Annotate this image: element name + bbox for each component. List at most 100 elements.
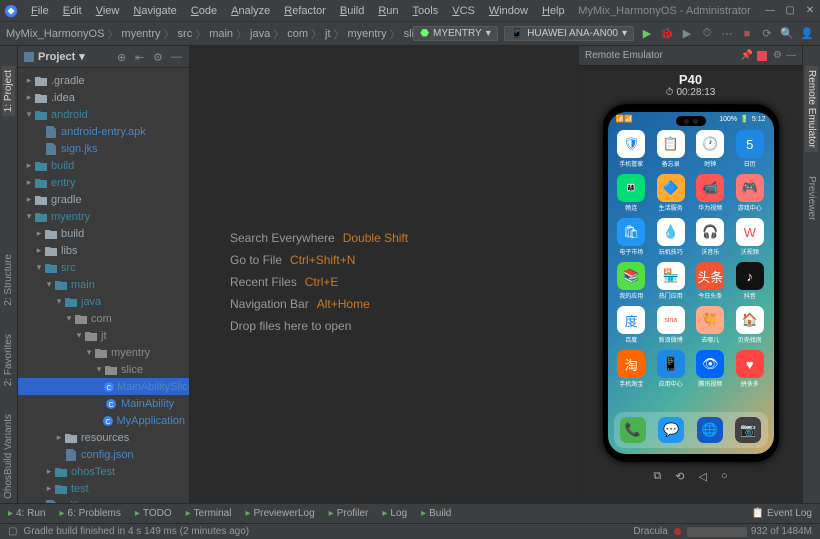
app-icon[interactable]: 淘手机淘宝 <box>614 350 650 388</box>
thumbtack-icon[interactable]: 📌 <box>741 50 753 61</box>
left-tab-variants[interactable]: OhosBuild Variants <box>2 410 15 503</box>
sync-button[interactable]: ⟳ <box>760 27 774 41</box>
app-icon[interactable]: 👁腾讯视频 <box>693 350 729 388</box>
bottom-tab[interactable]: ▸ Build <box>421 508 451 519</box>
bottom-tab[interactable]: ▸ TODO <box>135 508 172 519</box>
dock-app[interactable]: 📞 <box>620 417 646 443</box>
tree-node[interactable]: ▾ main <box>18 276 189 293</box>
app-icon[interactable]: 度百度 <box>614 306 650 344</box>
right-tab-previewer[interactable]: Previewer <box>805 172 818 224</box>
screenshot-button[interactable]: ⧉ <box>653 470 661 483</box>
tree-node[interactable]: ▸ .gradle <box>18 72 189 89</box>
breadcrumb-item[interactable]: MyMix_HarmonyOS <box>6 28 104 40</box>
minimize-button[interactable]: — <box>764 5 776 17</box>
debug-button[interactable]: 🐞 <box>660 27 674 41</box>
tree-node[interactable]: ▸ test <box>18 480 189 497</box>
tree-node[interactable]: ▾ jt <box>18 327 189 344</box>
app-icon[interactable]: ♪抖音 <box>732 262 768 300</box>
breadcrumb-item[interactable]: src <box>178 28 193 40</box>
device-combo[interactable]: 📱HUAWEI ANA-AN00▾ <box>504 26 634 41</box>
left-tab-project[interactable]: 1: Project <box>2 66 15 116</box>
tree-node[interactable]: ▾ com <box>18 310 189 327</box>
tree-node[interactable]: ▾ android <box>18 106 189 123</box>
menu-edit[interactable]: Edit <box>56 3 89 19</box>
tree-node[interactable]: ▸ resources <box>18 429 189 446</box>
app-icon[interactable]: ♥拼多多 <box>732 350 768 388</box>
breadcrumb-item[interactable]: java <box>250 28 270 40</box>
left-tab-favorites[interactable]: 2: Favorites <box>2 330 15 390</box>
settings-icon[interactable]: ⚙ <box>153 51 165 63</box>
tree-node[interactable]: android-entry.apk <box>18 123 189 140</box>
tree-node[interactable]: C MainAbility <box>18 395 189 412</box>
breadcrumb-item[interactable]: myentry <box>348 28 387 40</box>
back-button[interactable]: ◁ <box>698 470 706 483</box>
tree-node[interactable]: ▾ src <box>18 259 189 276</box>
left-tab-structure[interactable]: 2: Structure <box>2 250 15 310</box>
dock-app[interactable]: 📷 <box>735 417 761 443</box>
app-icon[interactable]: 👨‍👩‍👧畅连 <box>614 174 650 212</box>
menu-code[interactable]: Code <box>184 3 224 19</box>
breadcrumb-item[interactable]: jt <box>325 28 331 40</box>
app-icon[interactable]: 🐫去哪儿 <box>693 306 729 344</box>
profile-button[interactable]: ⏱ <box>700 27 714 41</box>
tree-node[interactable]: C MyApplication <box>18 412 189 429</box>
select-opened-icon[interactable]: ⊕ <box>117 51 129 63</box>
right-tab-emulator[interactable]: Remote Emulator <box>805 66 818 152</box>
stop-emulator-button[interactable] <box>757 51 767 61</box>
tree-node[interactable]: ▸ .idea <box>18 89 189 106</box>
rotate-button[interactable]: ⟲ <box>675 470 684 483</box>
project-tree[interactable]: ▸ .gradle ▸ .idea ▾ android android-entr… <box>18 68 189 503</box>
phone-screen[interactable]: 📶📶 100%🔋5:12 🛡手机管家📋备忘录🕐时钟5日历👨‍👩‍👧畅连🔷生活服务… <box>608 112 774 454</box>
menu-file[interactable]: File <box>24 3 56 19</box>
attach-button[interactable]: ⋯ <box>720 27 734 41</box>
tree-node[interactable]: ▸ build <box>18 225 189 242</box>
search-button[interactable]: 🔍 <box>780 27 794 41</box>
app-icon[interactable]: 🕐时钟 <box>693 130 729 168</box>
menu-view[interactable]: View <box>89 3 127 19</box>
tree-node[interactable]: C MainAbilitySlice <box>18 378 189 395</box>
bottom-tab[interactable]: ▸ 6: Problems <box>60 508 121 519</box>
collapse-icon[interactable]: ⇤ <box>135 51 147 63</box>
breadcrumb-item[interactable]: slice <box>404 28 414 40</box>
app-icon[interactable]: 📋备忘录 <box>653 130 689 168</box>
breadcrumb[interactable]: MyMix_HarmonyOS〉myentry〉src〉main〉java〉co… <box>6 26 413 42</box>
tree-node[interactable]: ▸ libs <box>18 242 189 259</box>
app-icon[interactable]: 🏪热门应用 <box>653 262 689 300</box>
app-icon[interactable]: 🛡手机管家 <box>614 130 650 168</box>
tree-node[interactable]: ▾ slice <box>18 361 189 378</box>
menu-navigate[interactable]: Navigate <box>126 3 183 19</box>
tree-node[interactable]: ▾ java <box>18 293 189 310</box>
emulator-settings-icon[interactable]: ⚙ <box>773 50 782 61</box>
tree-node[interactable]: sign.jks <box>18 140 189 157</box>
hide-panel-icon[interactable]: — <box>171 51 183 63</box>
stop-button[interactable]: ■ <box>740 27 754 41</box>
app-icon[interactable]: 头条今日头条 <box>693 262 729 300</box>
tree-node[interactable]: .gitignore <box>18 497 189 503</box>
breadcrumb-item[interactable]: myentry <box>121 28 160 40</box>
app-icon[interactable]: sina新浪微博 <box>653 306 689 344</box>
hide-emulator-icon[interactable]: — <box>786 50 796 61</box>
tree-node[interactable]: config.json <box>18 446 189 463</box>
tree-node[interactable]: ▾ myentry <box>18 344 189 361</box>
menu-window[interactable]: Window <box>482 3 535 19</box>
menu-tools[interactable]: Tools <box>406 3 446 19</box>
event-log-tab[interactable]: 📋 Event Log <box>752 508 813 519</box>
dock-app[interactable]: 💬 <box>658 417 684 443</box>
app-icon[interactable]: 🛍电子市场 <box>614 218 650 256</box>
menu-analyze[interactable]: Analyze <box>224 3 277 19</box>
app-icon[interactable]: 📚我的应用 <box>614 262 650 300</box>
maximize-button[interactable]: ▢ <box>784 5 796 17</box>
app-icon[interactable]: 🎧沃音乐 <box>693 218 729 256</box>
run-button[interactable]: ▶ <box>640 27 654 41</box>
app-icon[interactable]: 📱应用中心 <box>653 350 689 388</box>
app-icon[interactable]: 5日历 <box>732 130 768 168</box>
menu-help[interactable]: Help <box>535 3 572 19</box>
breadcrumb-item[interactable]: main <box>209 28 233 40</box>
coverage-button[interactable]: ▶ <box>680 27 694 41</box>
app-icon[interactable]: 🏠贝壳找房 <box>732 306 768 344</box>
tree-node[interactable]: ▸ entry <box>18 174 189 191</box>
app-icon[interactable]: 💧玩机技巧 <box>653 218 689 256</box>
user-button[interactable]: 👤 <box>800 27 814 41</box>
memory-indicator[interactable]: 932 of 1484M <box>687 526 812 537</box>
tree-node[interactable]: ▾ myentry <box>18 208 189 225</box>
